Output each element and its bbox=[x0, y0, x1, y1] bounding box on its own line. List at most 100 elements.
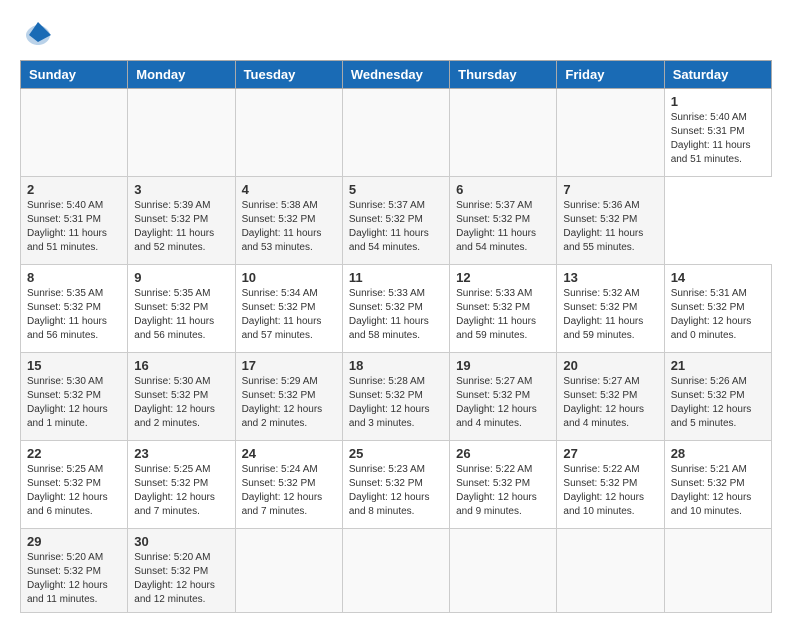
calendar-cell: 25 Sunrise: 5:23 AMSunset: 5:32 PMDayligh… bbox=[342, 441, 449, 529]
calendar-cell: 2Sunrise: 5:40 AMSunset: 5:31 PMDaylight… bbox=[21, 177, 128, 265]
calendar-cell: 5 Sunrise: 5:37 AMSunset: 5:32 PMDaylight… bbox=[342, 177, 449, 265]
calendar-cell bbox=[342, 529, 449, 613]
calendar-week-6: 29 Sunrise: 5:20 AMSunset: 5:32 PMDayligh… bbox=[21, 529, 772, 613]
day-number: 3 bbox=[134, 182, 228, 197]
day-number: 15 bbox=[27, 358, 121, 373]
calendar-cell bbox=[557, 529, 664, 613]
day-info: Sunrise: 5:28 AMSunset: 5:32 PMDaylight:… bbox=[349, 375, 443, 431]
calendar-cell: 3 Sunrise: 5:39 AMSunset: 5:32 PMDaylight… bbox=[128, 177, 235, 265]
day-number: 22 bbox=[27, 446, 121, 461]
header-saturday: Saturday bbox=[664, 61, 771, 89]
day-number: 11 bbox=[349, 270, 443, 285]
day-info: Sunrise: 5:22 AMSunset: 5:32 PMDaylight:… bbox=[456, 463, 550, 519]
day-number: 2 bbox=[27, 182, 121, 197]
day-number: 10 bbox=[242, 270, 336, 285]
calendar-cell: 9 Sunrise: 5:35 AMSunset: 5:32 PMDaylight… bbox=[128, 265, 235, 353]
day-info: Sunrise: 5:29 AMSunset: 5:32 PMDaylight:… bbox=[242, 375, 336, 431]
day-number: 14 bbox=[671, 270, 765, 285]
calendar-cell: 18 Sunrise: 5:28 AMSunset: 5:32 PMDayligh… bbox=[342, 353, 449, 441]
calendar-cell bbox=[128, 89, 235, 177]
day-info: Sunrise: 5:25 AMSunset: 5:32 PMDaylight:… bbox=[134, 463, 228, 519]
calendar-cell: 16Sunrise: 5:30 AMSunset: 5:32 PMDayligh… bbox=[128, 353, 235, 441]
calendar-cell bbox=[450, 529, 557, 613]
calendar-cell: 28 Sunrise: 5:21 AMSunset: 5:32 PMDayligh… bbox=[664, 441, 771, 529]
calendar-cell: 1 Sunrise: 5:40 AMSunset: 5:31 PMDaylight… bbox=[664, 89, 771, 177]
header-thursday: Thursday bbox=[450, 61, 557, 89]
header-sunday: Sunday bbox=[21, 61, 128, 89]
day-number: 20 bbox=[563, 358, 657, 373]
day-info: Sunrise: 5:31 AMSunset: 5:32 PMDaylight:… bbox=[671, 287, 765, 343]
header-wednesday: Wednesday bbox=[342, 61, 449, 89]
day-number: 7 bbox=[563, 182, 657, 197]
day-number: 8 bbox=[27, 270, 121, 285]
day-number: 4 bbox=[242, 182, 336, 197]
page-header bbox=[20, 20, 772, 50]
day-info: Sunrise: 5:26 AMSunset: 5:32 PMDaylight:… bbox=[671, 375, 765, 431]
day-info: Sunrise: 5:32 AMSunset: 5:32 PMDaylight:… bbox=[563, 287, 657, 343]
header-tuesday: Tuesday bbox=[235, 61, 342, 89]
day-number: 16 bbox=[134, 358, 228, 373]
day-number: 5 bbox=[349, 182, 443, 197]
calendar-cell: 20Sunrise: 5:27 AMSunset: 5:32 PMDayligh… bbox=[557, 353, 664, 441]
day-number: 28 bbox=[671, 446, 765, 461]
calendar-cell: 11 Sunrise: 5:33 AMSunset: 5:32 PMDayligh… bbox=[342, 265, 449, 353]
calendar-cell: 8 Sunrise: 5:35 AMSunset: 5:32 PMDaylight… bbox=[21, 265, 128, 353]
calendar-cell bbox=[235, 89, 342, 177]
day-number: 27 bbox=[563, 446, 657, 461]
day-number: 29 bbox=[27, 534, 121, 549]
day-number: 12 bbox=[456, 270, 550, 285]
logo bbox=[20, 20, 53, 50]
calendar-cell: 19 Sunrise: 5:27 AMSunset: 5:32 PMDayligh… bbox=[450, 353, 557, 441]
day-number: 26 bbox=[456, 446, 550, 461]
header-monday: Monday bbox=[128, 61, 235, 89]
calendar-cell: 14 Sunrise: 5:31 AMSunset: 5:32 PMDayligh… bbox=[664, 265, 771, 353]
day-info: Sunrise: 5:20 AMSunset: 5:32 PMDaylight:… bbox=[27, 551, 121, 607]
day-info: Sunrise: 5:24 AMSunset: 5:32 PMDaylight:… bbox=[242, 463, 336, 519]
day-info: Sunrise: 5:33 AMSunset: 5:32 PMDaylight:… bbox=[349, 287, 443, 343]
day-info: Sunrise: 5:35 AMSunset: 5:32 PMDaylight:… bbox=[134, 287, 228, 343]
calendar-cell bbox=[664, 529, 771, 613]
day-info: Sunrise: 5:22 AMSunset: 5:32 PMDaylight:… bbox=[563, 463, 657, 519]
day-number: 23 bbox=[134, 446, 228, 461]
day-number: 25 bbox=[349, 446, 443, 461]
calendar-cell bbox=[235, 529, 342, 613]
day-info: Sunrise: 5:33 AMSunset: 5:32 PMDaylight:… bbox=[456, 287, 550, 343]
calendar-cell: 6Sunrise: 5:37 AMSunset: 5:32 PMDaylight… bbox=[450, 177, 557, 265]
day-info: Sunrise: 5:30 AMSunset: 5:32 PMDaylight:… bbox=[27, 375, 121, 431]
day-info: Sunrise: 5:37 AMSunset: 5:32 PMDaylight:… bbox=[456, 199, 550, 255]
calendar-cell: 26 Sunrise: 5:22 AMSunset: 5:32 PMDayligh… bbox=[450, 441, 557, 529]
calendar-week-4: 15 Sunrise: 5:30 AMSunset: 5:32 PMDayligh… bbox=[21, 353, 772, 441]
calendar-cell: 21Sunrise: 5:26 AMSunset: 5:32 PMDayligh… bbox=[664, 353, 771, 441]
calendar-week-3: 8 Sunrise: 5:35 AMSunset: 5:32 PMDaylight… bbox=[21, 265, 772, 353]
calendar-cell: 17 Sunrise: 5:29 AMSunset: 5:32 PMDayligh… bbox=[235, 353, 342, 441]
calendar-cell: 12 Sunrise: 5:33 AMSunset: 5:32 PMDayligh… bbox=[450, 265, 557, 353]
day-number: 24 bbox=[242, 446, 336, 461]
day-number: 18 bbox=[349, 358, 443, 373]
day-number: 17 bbox=[242, 358, 336, 373]
header-friday: Friday bbox=[557, 61, 664, 89]
day-info: Sunrise: 5:40 AMSunset: 5:31 PMDaylight:… bbox=[671, 111, 765, 167]
calendar-cell: 7Sunrise: 5:36 AMSunset: 5:32 PMDaylight… bbox=[557, 177, 664, 265]
day-info: Sunrise: 5:39 AMSunset: 5:32 PMDaylight:… bbox=[134, 199, 228, 255]
calendar-cell: 27 Sunrise: 5:22 AMSunset: 5:32 PMDayligh… bbox=[557, 441, 664, 529]
day-number: 19 bbox=[456, 358, 550, 373]
calendar-cell: 24 Sunrise: 5:24 AMSunset: 5:32 PMDayligh… bbox=[235, 441, 342, 529]
day-info: Sunrise: 5:35 AMSunset: 5:32 PMDaylight:… bbox=[27, 287, 121, 343]
day-number: 9 bbox=[134, 270, 228, 285]
calendar-cell: 15 Sunrise: 5:30 AMSunset: 5:32 PMDayligh… bbox=[21, 353, 128, 441]
calendar-cell bbox=[342, 89, 449, 177]
calendar-cell: 29 Sunrise: 5:20 AMSunset: 5:32 PMDayligh… bbox=[21, 529, 128, 613]
day-number: 1 bbox=[671, 94, 765, 109]
day-info: Sunrise: 5:37 AMSunset: 5:32 PMDaylight:… bbox=[349, 199, 443, 255]
calendar-cell bbox=[21, 89, 128, 177]
calendar-cell: 4 Sunrise: 5:38 AMSunset: 5:32 PMDaylight… bbox=[235, 177, 342, 265]
day-info: Sunrise: 5:23 AMSunset: 5:32 PMDaylight:… bbox=[349, 463, 443, 519]
calendar-cell bbox=[557, 89, 664, 177]
logo-icon bbox=[23, 20, 53, 50]
calendar-table: SundayMondayTuesdayWednesdayThursdayFrid… bbox=[20, 60, 772, 613]
day-info: Sunrise: 5:38 AMSunset: 5:32 PMDaylight:… bbox=[242, 199, 336, 255]
calendar-cell: 22Sunrise: 5:25 AMSunset: 5:32 PMDayligh… bbox=[21, 441, 128, 529]
calendar-week-5: 22 Sunrise: 5:25 AMSunset: 5:32 PMDayligh… bbox=[21, 441, 772, 529]
day-info: Sunrise: 5:27 AMSunset: 5:32 PMDaylight:… bbox=[456, 375, 550, 431]
day-info: Sunrise: 5:21 AMSunset: 5:32 PMDaylight:… bbox=[671, 463, 765, 519]
